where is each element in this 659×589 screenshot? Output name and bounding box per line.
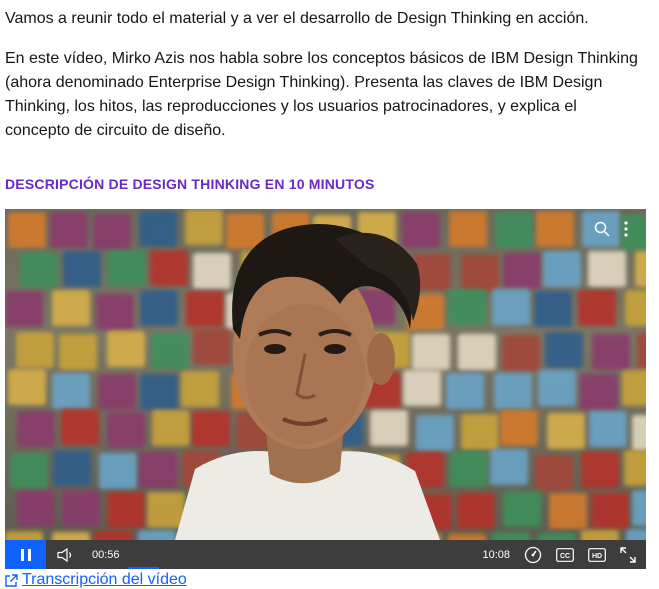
search-icon[interactable] bbox=[594, 221, 610, 237]
background-tile bbox=[59, 333, 98, 370]
background-tile bbox=[15, 331, 54, 368]
background-tile bbox=[579, 374, 618, 411]
background-tile bbox=[501, 334, 540, 371]
background-tile bbox=[52, 532, 91, 540]
background-tile bbox=[491, 531, 530, 540]
background-tile bbox=[7, 212, 46, 249]
background-tile bbox=[60, 409, 99, 446]
more-vertical-icon[interactable] bbox=[624, 221, 628, 237]
background-tile bbox=[499, 410, 538, 447]
background-tile bbox=[591, 493, 630, 530]
background-tile bbox=[106, 249, 145, 286]
background-tile bbox=[543, 250, 582, 287]
video-frame[interactable] bbox=[5, 209, 646, 540]
background-tile bbox=[62, 251, 101, 288]
volume-button[interactable] bbox=[46, 540, 86, 569]
background-tile bbox=[51, 289, 90, 326]
control-bar-right: CC HD bbox=[524, 546, 636, 564]
duration: 10:08 bbox=[482, 548, 510, 561]
background-tile bbox=[494, 372, 533, 409]
intro-paragraph-1: Vamos a reunir todo el material y a ver … bbox=[5, 10, 589, 27]
background-tile bbox=[631, 414, 646, 451]
background-tile bbox=[502, 491, 541, 528]
background-tile bbox=[621, 369, 646, 406]
background-tile bbox=[7, 369, 46, 406]
background-tile bbox=[460, 254, 499, 291]
volume-icon bbox=[57, 547, 72, 562]
background-tile bbox=[95, 294, 134, 331]
background-tile bbox=[107, 411, 146, 448]
video-top-controls bbox=[594, 221, 628, 237]
hd-icon[interactable]: HD bbox=[588, 547, 606, 562]
background-tile bbox=[5, 291, 44, 328]
background-tile bbox=[537, 533, 576, 540]
background-tile bbox=[98, 452, 137, 489]
video-player[interactable]: 00:56 10:08 CC HD bbox=[5, 209, 646, 569]
background-tile bbox=[591, 334, 630, 371]
pause-icon bbox=[20, 548, 31, 561]
background-tile bbox=[534, 290, 573, 327]
background-tile bbox=[636, 332, 646, 369]
background-tile bbox=[547, 412, 586, 449]
pause-button[interactable] bbox=[5, 540, 46, 569]
video-control-bar: 00:56 10:08 CC HD bbox=[5, 540, 646, 569]
video-section-heading: DESCRIPCIÓN DE DESIGN THINKING EN 10 MIN… bbox=[5, 176, 375, 192]
background-tile bbox=[93, 214, 132, 251]
fullscreen-icon[interactable] bbox=[620, 546, 636, 563]
background-tile bbox=[577, 289, 616, 326]
closed-captions-icon[interactable]: CC bbox=[556, 547, 574, 562]
background-tile bbox=[16, 411, 55, 448]
background-tile bbox=[20, 251, 59, 288]
background-tile bbox=[62, 490, 101, 527]
background-tile bbox=[97, 373, 136, 410]
background-tile bbox=[635, 250, 646, 287]
background-tile bbox=[494, 211, 533, 248]
background-tile bbox=[503, 252, 542, 289]
background-tile bbox=[588, 251, 627, 288]
background-tile bbox=[50, 211, 89, 248]
progress-bar[interactable] bbox=[127, 540, 475, 569]
background-tile bbox=[457, 334, 496, 371]
background-tile bbox=[5, 530, 44, 540]
background-tile bbox=[490, 449, 529, 486]
background-tile bbox=[623, 449, 646, 486]
background-tile bbox=[537, 370, 576, 407]
background-tile bbox=[52, 449, 91, 486]
background-tile bbox=[460, 413, 499, 450]
background-tile bbox=[52, 372, 91, 409]
playback-speed-icon[interactable] bbox=[524, 546, 542, 564]
background-tile bbox=[456, 492, 495, 529]
background-tile bbox=[588, 411, 627, 448]
intro-paragraph-2: En este vídeo, Mirko Azis nos habla sobr… bbox=[5, 50, 638, 139]
background-tile bbox=[106, 491, 145, 528]
progress-fill bbox=[127, 567, 160, 569]
transcript-label: Transcripción del vídeo bbox=[22, 571, 187, 588]
background-tile bbox=[16, 490, 55, 527]
background-tile bbox=[632, 489, 646, 526]
background-tile bbox=[580, 452, 619, 489]
background-tile bbox=[545, 331, 584, 368]
transcript-link[interactable]: Transcripción del vídeo bbox=[5, 571, 187, 589]
background-tile bbox=[581, 529, 620, 540]
speaker-image bbox=[175, 224, 440, 540]
svg-text:CC: CC bbox=[560, 553, 570, 560]
background-tile bbox=[93, 531, 132, 540]
current-time: 00:56 bbox=[92, 548, 120, 561]
background-tile bbox=[9, 453, 48, 490]
background-tile bbox=[548, 492, 587, 529]
background-tile bbox=[536, 210, 575, 247]
background-tile bbox=[450, 451, 489, 488]
background-tile bbox=[491, 289, 530, 326]
background-tile bbox=[625, 529, 646, 540]
svg-text:HD: HD bbox=[592, 553, 602, 560]
background-tile bbox=[624, 289, 646, 326]
background-tile bbox=[107, 331, 146, 368]
background-tile bbox=[535, 454, 574, 491]
